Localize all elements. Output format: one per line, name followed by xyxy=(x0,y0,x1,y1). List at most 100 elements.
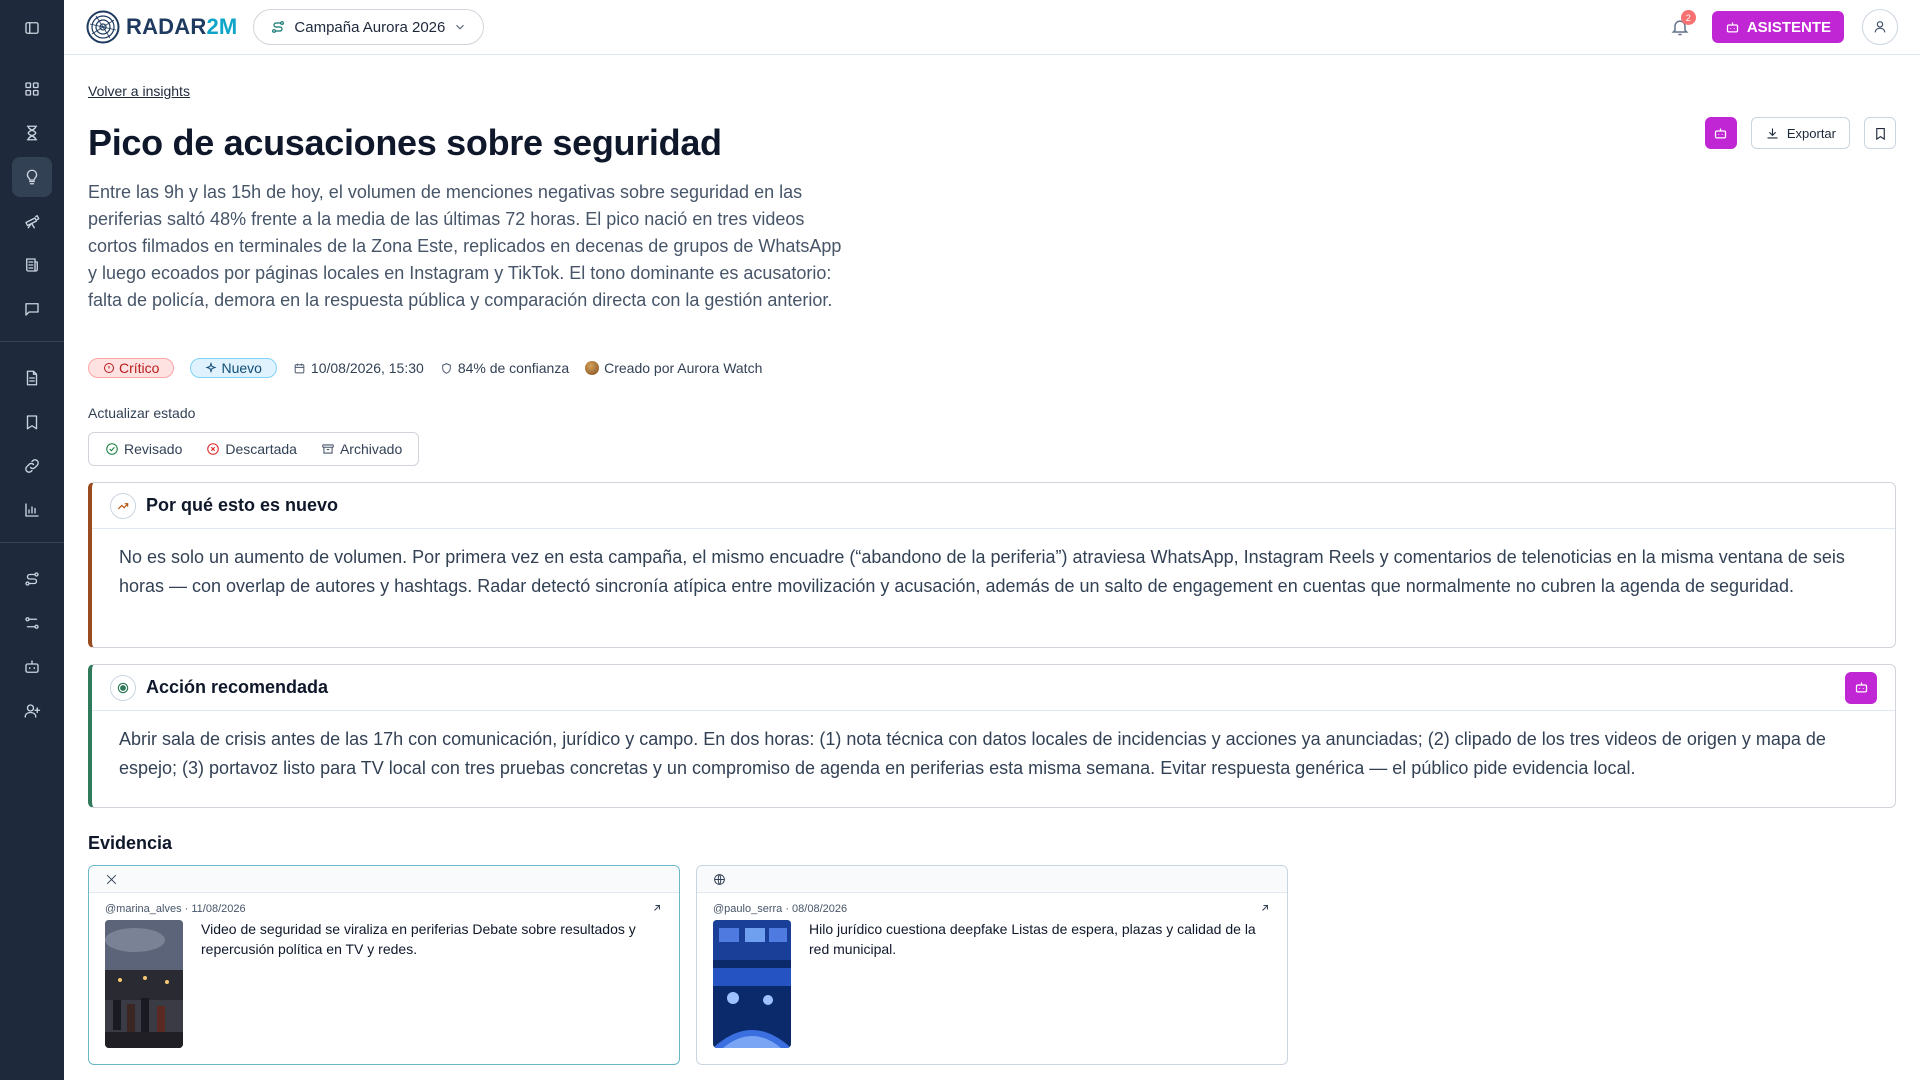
download-icon xyxy=(1767,128,1778,138)
globe-icon xyxy=(714,873,725,885)
sidebar-item-timeline[interactable] xyxy=(12,113,52,153)
campaign-selector[interactable]: Campaña Aurora 2026 xyxy=(253,9,485,45)
export-button[interactable]: Exportar xyxy=(1750,117,1850,149)
sidebar-item-messages[interactable] xyxy=(12,289,52,329)
file-text-icon xyxy=(26,370,38,386)
notifications-button[interactable]: 2 xyxy=(1666,10,1696,41)
bot-icon xyxy=(1855,682,1867,693)
open-evidence-link[interactable] xyxy=(651,901,663,919)
alert-circle-icon xyxy=(104,363,114,373)
state-reviewed-button[interactable]: Revisado xyxy=(95,435,192,463)
brand-name: RADAR2M xyxy=(126,14,238,39)
target-icon xyxy=(110,674,136,701)
creator-avatar xyxy=(585,361,600,375)
insight-meta: Crítico Nuevo 10/08/2026, 15:30 84% de c… xyxy=(88,358,762,378)
sidebar-item-dashboard[interactable] xyxy=(12,69,52,109)
evidence-platform-bar xyxy=(89,866,679,893)
page-title: Pico de acusaciones sobre seguridad xyxy=(88,122,722,163)
user-plus-icon xyxy=(24,704,41,718)
trending-up-icon xyxy=(110,492,136,519)
campaign-name: Campaña Aurora 2026 xyxy=(294,18,446,36)
why-new-title: Por qué esto es nuevo xyxy=(146,495,339,515)
insight-confidence: 84% de confianza xyxy=(440,360,569,376)
grid-icon xyxy=(25,82,39,96)
sidebar-item-insights[interactable] xyxy=(12,157,52,197)
panel-left-icon xyxy=(25,21,39,34)
arrow-up-right-icon xyxy=(654,905,660,911)
recommended-action-header: Acción recomendada xyxy=(92,665,1895,711)
route-icon xyxy=(272,21,285,33)
radar-logo-icon xyxy=(86,10,120,44)
shield-icon xyxy=(442,362,451,374)
sidebar-item-saved[interactable] xyxy=(12,402,52,442)
bot-icon xyxy=(25,660,39,673)
back-to-insights-link[interactable]: Volver a insights xyxy=(88,83,190,99)
top-header: RADAR2M Campaña Aurora 2026 2 ASISTENTE xyxy=(64,0,1920,55)
sparkles-icon xyxy=(205,362,218,374)
sidebar xyxy=(0,0,64,1080)
insight-datetime: 10/08/2026, 15:30 xyxy=(293,360,424,376)
sidebar-divider xyxy=(0,341,64,342)
lightbulb-icon xyxy=(26,169,38,185)
telescope-icon xyxy=(25,215,40,229)
evidence-title: Evidencia xyxy=(88,833,173,853)
evidence-meta: @paulo_serra · 08/08/2026 xyxy=(713,903,848,915)
severity-badge: Crítico xyxy=(88,358,175,378)
check-circle-icon xyxy=(106,443,118,455)
insight-description: Entre las 9h y las 15h de hoy, el volume… xyxy=(88,182,842,310)
action-assistant-button[interactable] xyxy=(1845,671,1877,704)
bot-icon xyxy=(1726,22,1738,32)
sidebar-item-campaigns[interactable] xyxy=(12,201,52,241)
evidence-meta: @marina_alves · 11/08/2026 xyxy=(105,903,246,915)
evidence-thumbnail xyxy=(713,920,791,1048)
evidence-card[interactable]: @marina_alves · 11/08/2026 Video de segu… xyxy=(88,865,680,1065)
evidence-card[interactable]: @paulo_serra · 08/08/2026 Hilo jurídico … xyxy=(696,865,1288,1065)
sidebar-item-reports[interactable] xyxy=(12,358,52,398)
evidence-text: Hilo jurídico cuestiona deepfake Listas … xyxy=(809,921,1256,957)
user-avatar[interactable] xyxy=(1862,9,1898,45)
x-icon xyxy=(106,874,117,884)
assistant-label: ASISTENTE xyxy=(1746,18,1831,36)
sidebar-item-team[interactable] xyxy=(12,691,52,731)
sidebar-item-assistant[interactable] xyxy=(12,647,52,687)
evidence-thumbnail xyxy=(105,920,183,1048)
sidebar-item-links[interactable] xyxy=(12,446,52,486)
why-new-body: No es solo un aumento de volumen. Por pr… xyxy=(119,547,1845,596)
sidebar-item-integrations[interactable] xyxy=(12,603,52,643)
sidebar-divider xyxy=(0,542,64,543)
newspaper-icon xyxy=(26,258,38,272)
insight-actions: Exportar xyxy=(1704,117,1896,149)
archive-icon xyxy=(322,444,334,454)
why-new-card: Por qué esto es nuevo No es solo un aume… xyxy=(88,482,1896,648)
brand-logo[interactable]: RADAR2M xyxy=(86,10,237,44)
sidebar-item-analytics[interactable] xyxy=(12,490,52,530)
evidence-text: Video de seguridad se viraliza en perife… xyxy=(201,921,636,957)
message-square-icon xyxy=(25,303,39,316)
state-label: Actualizar estado xyxy=(88,405,196,421)
bookmark-icon xyxy=(26,415,38,430)
state-archived-button[interactable]: Archivado xyxy=(311,435,412,463)
recommended-action-title: Acción recomendada xyxy=(146,677,329,697)
bot-icon xyxy=(1715,128,1727,138)
recommended-action-body: Abrir sala de crisis antes de las 17h co… xyxy=(119,729,1826,778)
status-badge: Nuevo xyxy=(190,358,277,378)
ask-assistant-button[interactable] xyxy=(1704,117,1737,149)
insight-creator: Creado por Aurora Watch xyxy=(585,360,762,376)
arrow-up-right-icon xyxy=(1262,905,1268,911)
assistant-button[interactable]: ASISTENTE xyxy=(1711,11,1844,43)
sidebar-item-workflows[interactable] xyxy=(12,559,52,599)
hourglass-icon xyxy=(26,125,38,141)
state-button-group: Revisado Descartada Archivado xyxy=(88,432,420,466)
state-dismissed-button[interactable]: Descartada xyxy=(196,435,307,463)
link-icon xyxy=(25,459,39,473)
bar-chart-icon xyxy=(25,503,39,517)
calendar-icon xyxy=(294,363,305,373)
sidebar-item-news[interactable] xyxy=(12,245,52,285)
bookmark-button[interactable] xyxy=(1864,117,1896,149)
open-evidence-link[interactable] xyxy=(1259,901,1271,919)
route-icon xyxy=(25,572,39,586)
chevron-down-icon xyxy=(456,24,465,30)
notification-badge: 2 xyxy=(1680,10,1696,25)
sidebar-toggle-button[interactable] xyxy=(12,8,52,48)
x-circle-icon xyxy=(207,443,220,455)
